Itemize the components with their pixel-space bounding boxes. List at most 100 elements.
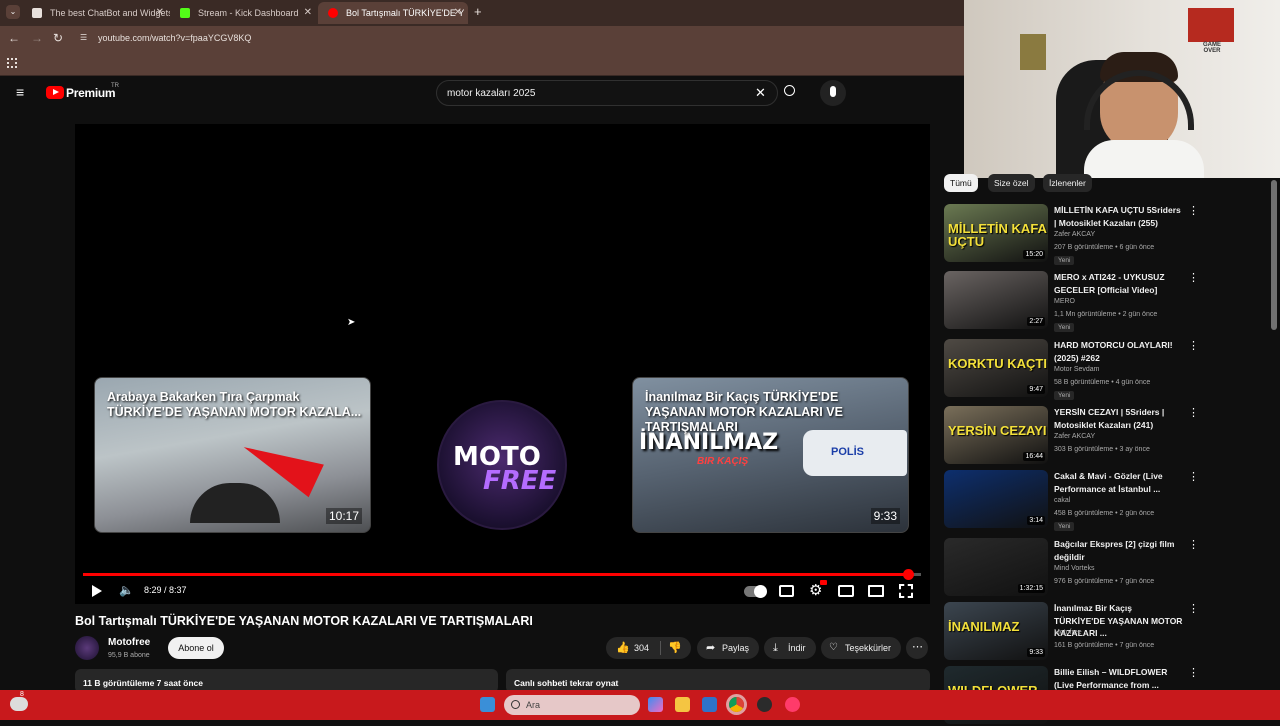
scrubber-handle[interactable] bbox=[903, 569, 915, 580]
close-tab-icon[interactable]: ✕ bbox=[304, 2, 312, 24]
views-and-date: 11 B görüntüleme 7 saat önce bbox=[83, 678, 203, 688]
video-player[interactable]: ➤ Arabaya Bakarken Tıra Çarpmak TÜRKİYE'… bbox=[75, 124, 930, 604]
subscribe-button[interactable]: Abone ol bbox=[168, 637, 224, 659]
recommendation-title[interactable]: YERSİN CEZAYI | 5Sriders | Motosiklet Ka… bbox=[1054, 406, 1184, 431]
search-box[interactable]: motor kazaları 2025 ✕ bbox=[436, 80, 778, 106]
endcard-2-duration: 9:33 bbox=[870, 508, 900, 524]
recommendation-item[interactable]: MİLLETİN KAFA UÇTU 15:20 MİLLETİN KAFA UÇT… bbox=[944, 204, 1274, 265]
recommendation-channel[interactable]: Motofree bbox=[1054, 629, 1082, 636]
chip-watched[interactable]: İzlenenler bbox=[1043, 174, 1092, 192]
close-tab-icon[interactable]: ✕ bbox=[156, 2, 164, 24]
more-vertical-icon[interactable]: ⋮ bbox=[1188, 204, 1199, 217]
tab-chatbot[interactable]: The best ChatBot and Widgets ✕ bbox=[22, 2, 170, 24]
obs-icon[interactable] bbox=[757, 697, 772, 712]
recommendation-thumbnail[interactable]: 3:14 bbox=[944, 470, 1048, 528]
more-vertical-icon[interactable]: ⋮ bbox=[1188, 470, 1199, 483]
store-icon[interactable] bbox=[702, 697, 717, 712]
more-vertical-icon[interactable]: ⋮ bbox=[1188, 271, 1199, 284]
recommendation-thumbnail[interactable]: YERSİN CEZAYI 16:44 bbox=[944, 406, 1048, 464]
recommendation-item[interactable]: 3:14 Cakal & Mavi - Gözler (Live Performa… bbox=[944, 470, 1274, 531]
channel-subscribe-endcard[interactable]: MOTO FREE bbox=[437, 400, 567, 530]
wall-poster-right: GAME OVER bbox=[1188, 8, 1234, 54]
more-vertical-icon[interactable]: ⋮ bbox=[1188, 538, 1199, 551]
recommendation-item[interactable]: İNANILMAZ 9:33 İnanılmaz Bir Kaçış TÜRKİYE… bbox=[944, 602, 1274, 662]
recommendation-title[interactable]: MERO x ATI242 - UYKUSUZ GECELER [Officia… bbox=[1054, 271, 1184, 296]
clear-search-icon[interactable]: ✕ bbox=[755, 85, 766, 101]
recommendation-title[interactable]: HARD MOTORCU OLAYLARI! (2025) #262 bbox=[1054, 339, 1184, 364]
reload-icon[interactable]: ↻ bbox=[53, 31, 63, 45]
miniplayer-icon[interactable] bbox=[838, 585, 854, 597]
theater-mode-icon[interactable] bbox=[868, 585, 884, 597]
recommendation-item[interactable]: YERSİN CEZAYI 16:44 YERSİN CEZAYI | 5Sride… bbox=[944, 406, 1274, 466]
taskbar-search-placeholder: Ara bbox=[526, 700, 541, 710]
subtitles-icon[interactable] bbox=[779, 585, 794, 597]
autoplay-toggle[interactable] bbox=[744, 585, 767, 598]
recommendation-title[interactable]: Billie Eilish – WILDFLOWER (Live Perform… bbox=[1054, 666, 1184, 691]
recommendation-channel[interactable]: Mind Vorteks bbox=[1054, 565, 1094, 572]
recommendation-channel[interactable]: cakal bbox=[1054, 497, 1070, 504]
recommendation-title[interactable]: MİLLETİN KAFA UÇTU 5Sriders | Motosiklet… bbox=[1054, 204, 1184, 229]
more-vertical-icon[interactable]: ⋮ bbox=[1188, 602, 1199, 615]
recommendation-item[interactable]: 2:27 MERO x ATI242 - UYKUSUZ GECELER [Off… bbox=[944, 271, 1274, 332]
microphone-button[interactable] bbox=[820, 80, 846, 106]
search-input[interactable]: motor kazaları 2025 bbox=[447, 88, 535, 99]
recommendation-meta: 976 B görüntüleme • 7 gün önce bbox=[1054, 578, 1155, 585]
recommendation-channel[interactable]: Zafer AKCAY bbox=[1054, 433, 1095, 440]
play-icon[interactable] bbox=[92, 585, 102, 597]
dislike-button[interactable]: 👎 bbox=[662, 637, 690, 659]
hamburger-menu-icon[interactable]: ≡ bbox=[16, 84, 24, 100]
endscreen-video-card-1[interactable]: Arabaya Bakarken Tıra Çarpmak TÜRKİYE'DE… bbox=[94, 377, 371, 533]
download-button[interactable]: ⤓ İndir bbox=[764, 637, 816, 659]
recommendation-item[interactable]: 1:32:15 Bağcılar Ekspres [2] çizgi film d… bbox=[944, 538, 1274, 598]
close-tab-icon[interactable]: ✕ bbox=[454, 2, 462, 24]
recommendation-thumbnail[interactable]: MİLLETİN KAFA UÇTU 15:20 bbox=[944, 204, 1048, 262]
tab-kick-dashboard[interactable]: Stream - Kick Dashboard ✕ bbox=[170, 2, 318, 24]
site-info-icon[interactable]: ☰ bbox=[80, 33, 92, 45]
chrome-icon[interactable] bbox=[729, 697, 744, 712]
new-tab-button[interactable]: + bbox=[474, 4, 482, 19]
subscriber-count: 95,9 B abone bbox=[108, 652, 150, 659]
recommendation-item[interactable]: KORKTU KAÇTI 9:47 HARD MOTORCU OLAYLARI! (… bbox=[944, 339, 1274, 400]
progress-bar[interactable] bbox=[83, 569, 921, 580]
fullscreen-icon[interactable] bbox=[899, 584, 913, 598]
new-badge: Yeni bbox=[1054, 522, 1075, 531]
more-vertical-icon[interactable]: ⋮ bbox=[1188, 406, 1199, 419]
taskbar-search[interactable]: Ara bbox=[504, 695, 640, 715]
recommendation-thumbnail[interactable]: KORKTU KAÇTI 9:47 bbox=[944, 339, 1048, 397]
forward-arrow-icon[interactable]: → bbox=[31, 31, 43, 45]
back-arrow-icon[interactable]: ← bbox=[8, 31, 20, 45]
channel-name[interactable]: Motofree bbox=[108, 637, 150, 648]
volume-icon[interactable]: 🔈 bbox=[119, 583, 134, 597]
endscreen-video-card-2[interactable]: POLİS İNANILMAZ BIR KAÇIŞ İnanılmaz Bir … bbox=[632, 377, 909, 533]
file-explorer-icon[interactable] bbox=[675, 697, 690, 712]
sidebar-scrollbar[interactable] bbox=[1271, 180, 1277, 330]
recommendation-channel[interactable]: Motor Sevdam bbox=[1054, 366, 1100, 373]
recommendation-channel[interactable]: Zafer AKCAY bbox=[1054, 231, 1095, 238]
time-display: 8:29 / 8:37 bbox=[144, 585, 187, 595]
recommendation-title[interactable]: Bağcılar Ekspres [2] çizgi film değildir bbox=[1054, 538, 1184, 563]
weather-widget-icon[interactable]: 8 bbox=[10, 691, 28, 711]
more-actions-button[interactable]: ⋯ bbox=[906, 637, 928, 659]
recommendation-thumbnail[interactable]: İNANILMAZ 9:33 bbox=[944, 602, 1048, 660]
like-button[interactable]: 👍 304 bbox=[606, 637, 658, 659]
url-field[interactable]: youtube.com/watch?v=fpaaYCGV8KQ bbox=[98, 33, 251, 43]
recommendation-title[interactable]: Cakal & Mavi - Gözler (Live Performance … bbox=[1054, 470, 1184, 495]
media-player-icon[interactable] bbox=[785, 697, 800, 712]
recommendation-thumbnail[interactable]: 1:32:15 bbox=[944, 538, 1048, 596]
tab-list-dropdown-icon[interactable]: ⌄ bbox=[6, 5, 20, 19]
tab-youtube-video[interactable]: Bol Tartışmalı TÜRKİYE'DE Y ✕ bbox=[318, 2, 468, 24]
recommendation-channel[interactable]: MERO bbox=[1054, 298, 1075, 305]
channel-avatar[interactable] bbox=[75, 636, 99, 660]
share-button[interactable]: ➦ Paylaş bbox=[697, 637, 759, 659]
copilot-icon[interactable] bbox=[648, 697, 663, 712]
thanks-button[interactable]: ♡ Teşekkürler bbox=[821, 637, 901, 659]
more-vertical-icon[interactable]: ⋮ bbox=[1188, 666, 1199, 679]
search-icon[interactable] bbox=[784, 85, 795, 96]
more-vertical-icon[interactable]: ⋮ bbox=[1188, 339, 1199, 352]
chip-for-you[interactable]: Size özel bbox=[988, 174, 1035, 192]
recommendation-thumbnail[interactable]: 2:27 bbox=[944, 271, 1048, 329]
start-windows-icon[interactable] bbox=[480, 697, 495, 712]
chip-all[interactable]: Tümü bbox=[944, 174, 978, 192]
youtube-logo-icon[interactable] bbox=[46, 86, 64, 99]
apps-grid-icon[interactable] bbox=[7, 58, 17, 68]
